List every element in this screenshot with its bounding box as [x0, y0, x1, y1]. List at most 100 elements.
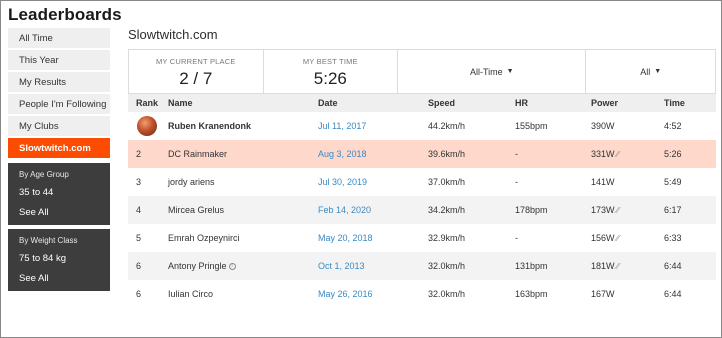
power-value: 181W: [591, 261, 615, 271]
sidebar-item-this-year[interactable]: This Year: [8, 50, 110, 71]
info-icon[interactable]: i: [228, 263, 236, 271]
table-row-highlighted: 2 DC Rainmaker Aug 3, 2018 39.6km/h - 33…: [128, 140, 716, 168]
weight-class-selected[interactable]: 75 to 84 kg: [8, 249, 110, 269]
power-value: 141W: [591, 177, 615, 187]
page-title: Leaderboards: [8, 5, 122, 24]
hr-cell: -: [515, 177, 518, 187]
hr-cell: -: [515, 233, 518, 243]
date-link[interactable]: Oct 1, 2013: [318, 252, 428, 280]
power-cell: 331W ⁄⁄: [591, 140, 664, 168]
best-time-label: MY BEST TIME: [302, 57, 358, 66]
rank-cell: 6: [136, 289, 142, 299]
age-group-selected[interactable]: 35 to 44: [8, 183, 110, 203]
speed-cell: 32.0km/h: [428, 261, 466, 271]
hr-cell: -: [515, 149, 518, 159]
table-row: 4 Mircea Grelus Feb 14, 2020 34.2km/h 17…: [128, 196, 716, 224]
time-range-value: All-Time: [469, 66, 503, 77]
power-cell: 173W ⁄⁄: [591, 196, 664, 224]
time-cell: 5:49: [664, 177, 682, 187]
speed-cell: 37.0km/h: [428, 177, 466, 187]
date-link[interactable]: May 26, 2016: [318, 280, 428, 308]
weight-class-heading: By Weight Class: [19, 236, 78, 245]
athlete-name-link[interactable]: Emrah Ozpeynirci: [168, 224, 318, 252]
date-link[interactable]: Feb 14, 2020: [318, 196, 428, 224]
sidebar-item-my-clubs[interactable]: My Clubs: [8, 116, 110, 137]
table-row: 6 Iulian Circo May 26, 2016 32.0km/h 163…: [128, 280, 716, 308]
sidebar-item-slowtwitch[interactable]: Slowtwitch.com: [8, 138, 110, 159]
power-meter-icon: ⁄⁄: [616, 234, 620, 243]
date-link[interactable]: May 20, 2018: [318, 224, 428, 252]
hr-cell: 178bpm: [515, 205, 548, 215]
rank-cell: 6: [136, 261, 142, 271]
time-cell: 5:26: [664, 149, 682, 159]
athlete-name-link[interactable]: Antony Pringle: [168, 261, 227, 271]
power-cell: 390W: [591, 112, 664, 140]
sidebar-item-people-following[interactable]: People I'm Following: [8, 94, 110, 115]
club-name: Slowtwitch.com: [128, 27, 218, 42]
header-speed[interactable]: Speed: [428, 94, 515, 112]
main-content: Slowtwitch.com MY CURRENT PLACE 2 / 7 MY…: [128, 27, 716, 308]
power-cell: 141W: [591, 168, 664, 196]
speed-cell: 32.0km/h: [428, 289, 466, 299]
category-dropdown[interactable]: All ▼: [586, 50, 715, 93]
sidebar-item-all-time[interactable]: All Time: [8, 28, 110, 49]
date-link[interactable]: Aug 3, 2018: [318, 140, 428, 168]
athlete-name-link[interactable]: DC Rainmaker: [168, 140, 318, 168]
chevron-down-icon: ▼: [654, 68, 662, 75]
age-group-see-all[interactable]: See All: [8, 203, 110, 223]
header-name[interactable]: Name: [168, 94, 318, 112]
header-hr[interactable]: HR: [515, 94, 591, 112]
time-cell: 6:17: [664, 205, 682, 215]
speed-cell: 44.2km/h: [428, 121, 466, 131]
athlete-name-link[interactable]: Ruben Kranendonk: [168, 112, 318, 140]
rank-cell: 3: [136, 177, 142, 187]
current-place-value: 2 / 7: [179, 69, 213, 88]
power-value: 156W: [591, 233, 615, 243]
time-cell: 4:52: [664, 121, 682, 131]
power-value: 173W: [591, 205, 615, 215]
power-meter-icon: ⁄⁄: [616, 150, 620, 159]
header-rank[interactable]: Rank: [128, 94, 168, 112]
athlete-name-cell: Antony Pringle i: [168, 252, 318, 280]
header-date[interactable]: Date: [318, 94, 428, 112]
speed-cell: 32.9km/h: [428, 233, 466, 243]
time-cell: 6:33: [664, 233, 682, 243]
leaderboard-table: Rank Name Date Speed HR Power Time Ruben…: [128, 94, 716, 308]
category-value: All: [640, 66, 651, 77]
rank-cell: 2: [136, 149, 142, 159]
date-link[interactable]: Jul 30, 2019: [318, 168, 428, 196]
athlete-name-link[interactable]: Iulian Circo: [168, 280, 318, 308]
avatar[interactable]: [137, 116, 157, 136]
power-cell: 156W ⁄⁄: [591, 224, 664, 252]
stats-bar: MY CURRENT PLACE 2 / 7 MY BEST TIME 5:26…: [128, 49, 716, 94]
header-time[interactable]: Time: [664, 94, 716, 112]
weight-class-see-all[interactable]: See All: [8, 269, 110, 289]
date-link[interactable]: Jul 11, 2017: [318, 112, 428, 140]
time-cell: 6:44: [664, 289, 682, 299]
table-row: 5 Emrah Ozpeynirci May 20, 2018 32.9km/h…: [128, 224, 716, 252]
table-header-row: Rank Name Date Speed HR Power Time: [128, 94, 716, 112]
athlete-name-link[interactable]: Mircea Grelus: [168, 196, 318, 224]
power-value: 331W: [591, 149, 615, 159]
time-cell: 6:44: [664, 261, 682, 271]
chevron-down-icon: ▼: [506, 68, 514, 75]
power-meter-icon: ⁄⁄: [616, 262, 620, 271]
best-time-stat: MY BEST TIME 5:26: [264, 50, 399, 93]
power-meter-icon: ⁄⁄: [616, 206, 620, 215]
power-cell: 181W ⁄⁄: [591, 252, 664, 280]
power-value: 390W: [591, 121, 615, 131]
time-range-dropdown[interactable]: All-Time ▼: [398, 50, 587, 93]
hr-cell: 163bpm: [515, 289, 548, 299]
table-row: 6 Antony Pringle i Oct 1, 2013 32.0km/h 1…: [128, 252, 716, 280]
weight-class-filter: By Weight Class 75 to 84 kg See All: [8, 229, 110, 291]
rank-cell: 5: [136, 233, 142, 243]
power-value: 167W: [591, 289, 615, 299]
speed-cell: 39.6km/h: [428, 149, 466, 159]
rank-cell: 4: [136, 205, 142, 215]
age-group-filter: By Age Group 35 to 44 See All: [8, 163, 110, 225]
sidebar-item-my-results[interactable]: My Results: [8, 72, 110, 93]
athlete-name-link[interactable]: jordy ariens: [168, 168, 318, 196]
current-place-stat: MY CURRENT PLACE 2 / 7: [129, 50, 264, 93]
header-power[interactable]: Power: [591, 94, 664, 112]
sidebar: All Time This Year My Results People I'm…: [8, 28, 110, 291]
